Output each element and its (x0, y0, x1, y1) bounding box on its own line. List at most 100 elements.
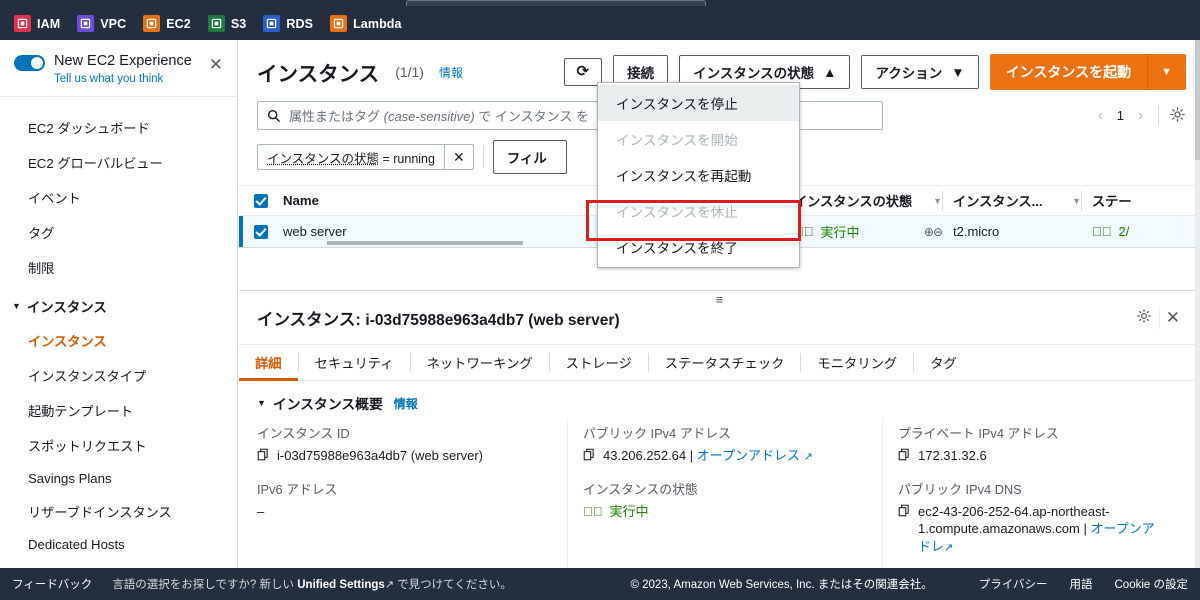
close-icon[interactable]: ✕ (1160, 308, 1186, 328)
tab-3[interactable]: ストレージ (550, 345, 648, 380)
section-title-row[interactable]: ▼ インスタンス概要 情報 (257, 393, 1200, 413)
detail-panel-title: インスタンス: i-03d75988e963a4db7 (web server) (257, 310, 620, 329)
tab-4[interactable]: ステータスチェック (649, 345, 801, 380)
column-header-status-check[interactable]: ステー (1082, 191, 1182, 210)
sidebar: New EC2 Experience Tell us what you thin… (0, 40, 238, 568)
filter-token[interactable]: インスタンスの状態 = running ✕ (257, 144, 474, 170)
field-value: 43.206.252.64 | オープンアドレス ↗ (583, 447, 866, 465)
check-circle-icon: ✓⃝ (583, 503, 603, 519)
field-value: 172.31.32.6 (898, 447, 1166, 465)
open-address-link[interactable]: オープンアドレス (697, 448, 800, 463)
service-shortcut-s3[interactable]: S3 (207, 15, 247, 32)
zoom-icons[interactable]: ⊕⊖ (924, 225, 943, 239)
actions-label: アクション (875, 66, 943, 81)
field-private-ipv4: プライベート IPv4 アドレス 172.31.32.6 (898, 423, 1166, 465)
tab-0[interactable]: 詳細 (239, 345, 298, 381)
privacy-link[interactable]: プライバシー (979, 576, 1048, 592)
info-link[interactable]: 情報 (439, 64, 463, 81)
new-experience-title: New EC2 Experience (54, 53, 192, 69)
service-shortcut-ec2[interactable]: EC2 (143, 15, 191, 32)
cookie-settings-link[interactable]: Cookie の設定 (1115, 576, 1189, 592)
sort-icon[interactable]: ▼ (1072, 196, 1081, 206)
column-label: ステー (1092, 194, 1132, 209)
service-shortcut-lambda[interactable]: Lambda (330, 15, 402, 32)
menu-item-2[interactable]: インスタンスを再起動 (598, 157, 799, 193)
service-shortcut-iam[interactable]: IAM (14, 15, 60, 32)
row-checkbox-cell (239, 224, 283, 239)
vertical-scrollbar[interactable] (1195, 40, 1200, 568)
sidebar-nav: EC2 ダッシュボード EC2 グローバルビュー イベント タグ 制限 ▼ インスタンス イン… (0, 97, 237, 568)
instance-name: web server (283, 224, 347, 239)
sidebar-item-9[interactable]: スポットリクエスト (0, 428, 237, 463)
copy-icon[interactable] (898, 504, 911, 517)
sidebar-item-0[interactable]: EC2 ダッシュボード (0, 110, 237, 145)
sidebar-item-7[interactable]: インスタンスタイプ (0, 358, 237, 393)
instance-id-value: i-03d75988e963a4db7 (web server) (277, 448, 483, 463)
service-shortcut-vpc[interactable]: VPC (77, 15, 126, 32)
sidebar-group-instances[interactable]: ▼ インスタンス (0, 285, 237, 323)
external-link-icon[interactable]: ↗ (944, 542, 953, 554)
section-info-link[interactable]: 情報 (394, 395, 418, 412)
launch-instance-button[interactable]: インスタンスを起動 (989, 54, 1148, 90)
sidebar-item-2[interactable]: イベント (0, 180, 237, 215)
instance-type: t2.micro (953, 224, 1000, 239)
menu-item-0[interactable]: インスタンスを停止 (598, 85, 799, 121)
tab-6[interactable]: タグ (914, 345, 973, 380)
page-number[interactable]: 1 (1113, 108, 1128, 123)
tab-1[interactable]: セキュリティ (299, 345, 410, 380)
new-experience-text: New EC2 Experience Tell us what you thin… (54, 53, 207, 85)
sidebar-item-13[interactable]: キャパシティーの予約 (0, 560, 237, 568)
search-placeholder: 属性またはタグ (case-sensitive) で インスタンス を (289, 109, 589, 124)
filter-button[interactable]: フィル (492, 140, 567, 174)
close-icon[interactable]: ✕ (207, 56, 225, 73)
sidebar-item-4[interactable]: 制限 (0, 250, 237, 285)
detail-tabs: 詳細 セキュリティ ネットワーキング ストレージ ステータスチェック モニタリング タグ (239, 345, 1200, 381)
detail-settings-button[interactable] (1129, 308, 1159, 327)
sidebar-item-3[interactable]: タグ (0, 215, 237, 250)
next-page-button[interactable]: › (1133, 105, 1148, 126)
actions-button[interactable]: アクション ▼ (861, 55, 979, 89)
select-all-checkbox[interactable] (254, 193, 268, 208)
copy-icon[interactable] (257, 448, 270, 461)
feedback-link[interactable]: フィードバック (12, 576, 92, 592)
new-experience-toggle[interactable] (14, 55, 45, 71)
sidebar-item-8[interactable]: 起動テンプレート (0, 393, 237, 428)
launch-instance-dropdown-button[interactable]: ▼ (1147, 54, 1186, 90)
column-header-state[interactable]: インスタンスの状態 ▼ (784, 191, 942, 210)
check-circle-icon: ✓⃝ (1092, 224, 1112, 239)
external-link-icon[interactable]: ↗ (804, 451, 813, 463)
menu-item-4[interactable]: インスタンスを終了 (598, 229, 799, 265)
row-checkbox[interactable] (254, 224, 268, 239)
table-settings-button[interactable] (1169, 106, 1186, 126)
browser-tab[interactable] (406, 0, 706, 6)
field-label: パブリック IPv4 アドレス (583, 426, 731, 441)
service-label: IAM (37, 16, 61, 31)
footer-links: プライバシー 用語 Cookie の設定 (979, 576, 1188, 592)
status-check-value: 2/ (1118, 224, 1130, 239)
field-instance-id: インスタンス ID i-03d75988e963a4db7 (web serve… (257, 423, 551, 465)
field-label: インスタンス ID (257, 426, 350, 441)
column-label: Name (283, 193, 319, 208)
external-link-icon[interactable]: ↗ (385, 579, 394, 591)
filter-token-remove-button[interactable]: ✕ (443, 145, 473, 169)
menu-item-3: インスタンスを休止 (616, 205, 738, 220)
copy-icon[interactable] (583, 448, 596, 461)
vpc-icon (77, 15, 95, 32)
terms-link[interactable]: 用語 (1070, 576, 1093, 592)
sidebar-item-11[interactable]: リザーブドインスタンス (0, 494, 237, 529)
refresh-icon: ⟳ (576, 63, 590, 81)
tab-5[interactable]: モニタリング (801, 345, 913, 380)
service-shortcut-rds[interactable]: RDS (263, 15, 313, 32)
resize-handle[interactable]: ≡ (716, 293, 724, 306)
sidebar-item-10[interactable]: Savings Plans (0, 463, 237, 494)
sort-icon[interactable]: ▼ (933, 196, 942, 206)
column-header-type[interactable]: インスタンス... ▼ (943, 191, 1081, 210)
sidebar-item-6[interactable]: インスタンス (0, 323, 237, 358)
field-label: インスタンスの状態 (583, 481, 698, 497)
sidebar-item-12[interactable]: Dedicated Hosts (0, 529, 237, 560)
copy-icon[interactable] (898, 448, 911, 461)
sidebar-item-1[interactable]: EC2 グローバルビュー (0, 145, 237, 180)
prev-page-button[interactable]: ‹ (1093, 105, 1108, 126)
new-experience-feedback-link[interactable]: Tell us what you think (54, 73, 207, 85)
tab-2[interactable]: ネットワーキング (411, 345, 549, 380)
